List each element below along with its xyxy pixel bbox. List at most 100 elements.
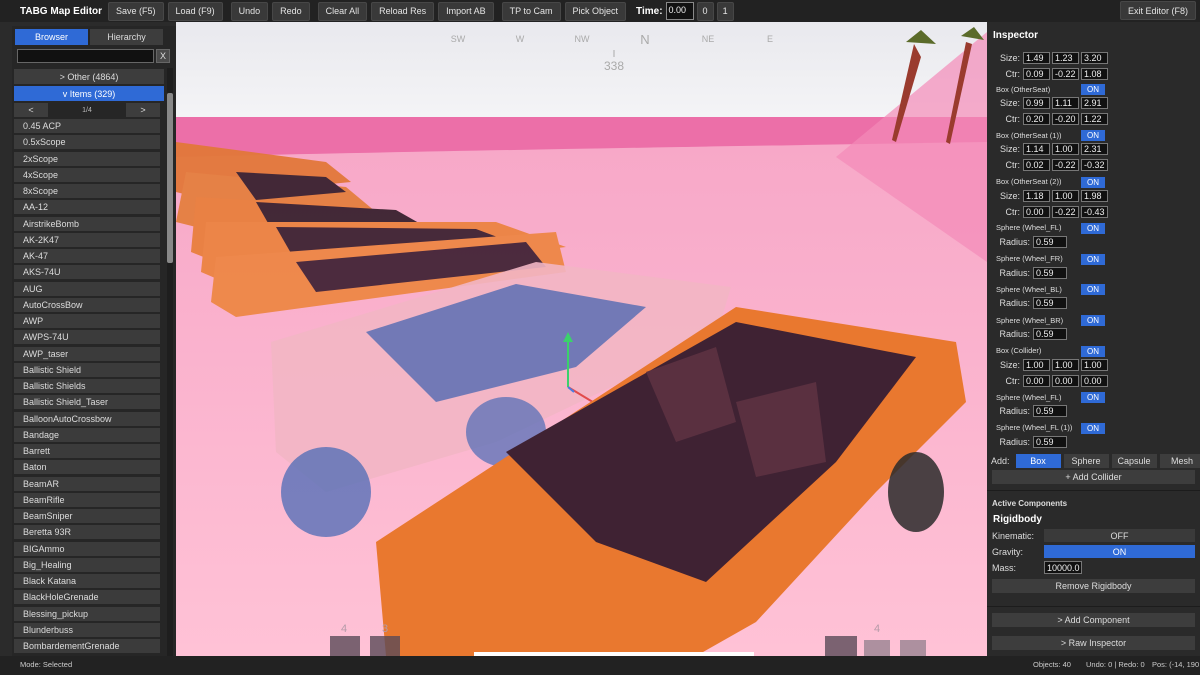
center-field[interactable]: 0.00 xyxy=(1023,205,1050,218)
size-field[interactable]: 1.00 xyxy=(1052,189,1079,202)
list-item[interactable]: 0.45 ACP xyxy=(14,119,160,133)
kinematic-toggle[interactable]: OFF xyxy=(1044,529,1195,542)
collider-enabled-toggle[interactable]: ON xyxy=(1081,84,1105,95)
center-field[interactable]: -0.20 xyxy=(1052,113,1079,125)
collider-enabled-toggle[interactable]: ON xyxy=(1081,253,1105,265)
center-field[interactable]: -0.22 xyxy=(1052,68,1079,80)
list-item[interactable]: 2xScope xyxy=(14,151,160,166)
add-collider-button[interactable]: + Add Collider xyxy=(992,470,1195,484)
next-page-button[interactable]: > xyxy=(126,103,160,117)
time-one-button[interactable]: 1 xyxy=(716,1,734,21)
tab-browser[interactable]: Browser xyxy=(15,29,88,45)
size-field[interactable]: 1.18 xyxy=(1023,189,1050,202)
list-item[interactable]: AKS-74U xyxy=(14,265,160,280)
list-item[interactable]: AK-2K47 xyxy=(14,232,160,247)
size-field[interactable]: 1.00 xyxy=(1052,358,1079,371)
list-item[interactable]: Blunderbuss xyxy=(14,622,160,637)
center-field[interactable]: -0.22 xyxy=(1052,159,1079,172)
list-item[interactable]: Black Katana xyxy=(14,574,160,588)
size-field[interactable]: 1.11 xyxy=(1052,97,1079,109)
collider-enabled-toggle[interactable]: ON xyxy=(1081,392,1105,403)
center-field[interactable]: -0.32 xyxy=(1081,159,1108,172)
list-item[interactable]: BeamRifle xyxy=(14,492,160,507)
search-input[interactable] xyxy=(17,49,154,63)
list-item[interactable]: BeamSniper xyxy=(14,509,160,523)
size-field[interactable]: 1.00 xyxy=(1052,143,1079,156)
scene-viewport[interactable]: SW W NW N NE E 338 4 3 4 xyxy=(176,22,987,656)
category-other[interactable]: > Other (4864) xyxy=(14,69,164,84)
list-item[interactable]: AK-47 xyxy=(14,249,160,263)
center-field[interactable]: 1.22 xyxy=(1081,113,1108,125)
list-item[interactable]: AWP xyxy=(14,314,160,328)
list-item[interactable]: 8xScope xyxy=(14,184,160,198)
list-item[interactable]: BalloonAutoCrossbow xyxy=(14,411,160,426)
collider-enabled-toggle[interactable]: ON xyxy=(1081,315,1105,326)
radius-field[interactable]: 0.59 xyxy=(1033,405,1067,417)
radius-field[interactable]: 0.59 xyxy=(1033,235,1067,248)
center-field[interactable]: 0.02 xyxy=(1023,159,1050,172)
list-item[interactable]: Blessing_pickup xyxy=(14,606,160,621)
size-field[interactable]: 1.14 xyxy=(1023,143,1050,156)
list-item[interactable]: Ballistic Shield_Taser xyxy=(14,395,160,410)
category-items[interactable]: v Items (329) xyxy=(14,86,164,101)
browser-scrollbar-thumb[interactable] xyxy=(167,93,173,263)
undo-button[interactable]: Undo xyxy=(230,1,269,21)
remove-rigidbody-button[interactable]: Remove Rigidbody xyxy=(992,579,1195,593)
collider-enabled-toggle[interactable]: ON xyxy=(1081,130,1105,142)
size-field[interactable]: 1.00 xyxy=(1023,358,1050,371)
clear-search-button[interactable]: X xyxy=(156,49,170,63)
mass-input[interactable]: 10000.0 xyxy=(1044,561,1082,574)
center-field[interactable]: 0.09 xyxy=(1023,68,1050,80)
center-field[interactable]: 0.00 xyxy=(1081,374,1108,387)
import-ab-button[interactable]: Import AB xyxy=(438,1,494,21)
add-mesh-button[interactable]: Mesh xyxy=(1159,453,1200,468)
size-field[interactable]: 2.91 xyxy=(1081,97,1108,109)
radius-field[interactable]: 0.59 xyxy=(1033,435,1067,448)
list-item[interactable]: BlackHoleGrenade xyxy=(14,590,160,605)
list-item[interactable]: Baton xyxy=(14,460,160,475)
list-item[interactable]: 4xScope xyxy=(14,167,160,182)
redo-button[interactable]: Redo xyxy=(272,1,310,21)
radius-field[interactable]: 0.59 xyxy=(1033,266,1067,279)
collider-enabled-toggle[interactable]: ON xyxy=(1081,284,1105,296)
size-field[interactable]: 0.99 xyxy=(1023,97,1050,109)
list-item[interactable]: Barrett xyxy=(14,444,160,458)
center-field[interactable]: 1.08 xyxy=(1081,68,1108,80)
add-capsule-button[interactable]: Capsule xyxy=(1111,453,1157,468)
radius-field[interactable]: 0.59 xyxy=(1033,328,1067,340)
load-button[interactable]: Load (F9) xyxy=(167,1,223,21)
center-field[interactable]: -0.22 xyxy=(1052,205,1079,218)
list-item[interactable]: AWP_taser xyxy=(14,346,160,361)
time-zero-button[interactable]: 0 xyxy=(696,1,714,21)
list-item[interactable]: Ballistic Shields xyxy=(14,379,160,393)
size-field[interactable]: 1.49 xyxy=(1023,52,1050,64)
list-item[interactable]: BIGAmmo xyxy=(14,541,160,556)
prev-page-button[interactable]: < xyxy=(14,103,48,117)
collider-enabled-toggle[interactable]: ON xyxy=(1081,345,1105,357)
size-field[interactable]: 1.23 xyxy=(1052,52,1079,64)
add-box-button[interactable]: Box xyxy=(1015,453,1061,468)
center-field[interactable]: -0.43 xyxy=(1081,205,1108,218)
clear-all-button[interactable]: Clear All xyxy=(317,1,368,21)
list-item[interactable]: AA-12 xyxy=(14,200,160,215)
list-item[interactable]: AutoCrossBow xyxy=(14,297,160,312)
size-field[interactable]: 3.20 xyxy=(1081,52,1108,64)
list-item[interactable]: BombardementGrenade xyxy=(14,639,160,653)
list-item[interactable]: Big_Healing xyxy=(14,557,160,572)
list-item[interactable]: Ballistic Shield xyxy=(14,362,160,377)
tab-hierarchy[interactable]: Hierarchy xyxy=(90,29,163,45)
center-field[interactable]: 0.20 xyxy=(1023,113,1050,125)
tp-to-cam-button[interactable]: TP to Cam xyxy=(501,1,561,21)
list-item[interactable]: Bandage xyxy=(14,427,160,442)
time-input[interactable]: 0.00 xyxy=(665,2,694,20)
size-field[interactable]: 2.31 xyxy=(1081,143,1108,156)
list-item[interactable]: Beretta 93R xyxy=(14,525,160,540)
list-item[interactable]: BeamAR xyxy=(14,476,160,491)
list-item[interactable]: 0.5xScope xyxy=(14,135,160,150)
list-item[interactable]: AUG xyxy=(14,281,160,296)
gravity-toggle[interactable]: ON xyxy=(1044,545,1195,558)
add-component-button[interactable]: > Add Component xyxy=(992,613,1195,627)
center-field[interactable]: 0.00 xyxy=(1023,374,1050,387)
save-button[interactable]: Save (F5) xyxy=(108,1,164,21)
reload-res-button[interactable]: Reload Res xyxy=(371,1,435,21)
